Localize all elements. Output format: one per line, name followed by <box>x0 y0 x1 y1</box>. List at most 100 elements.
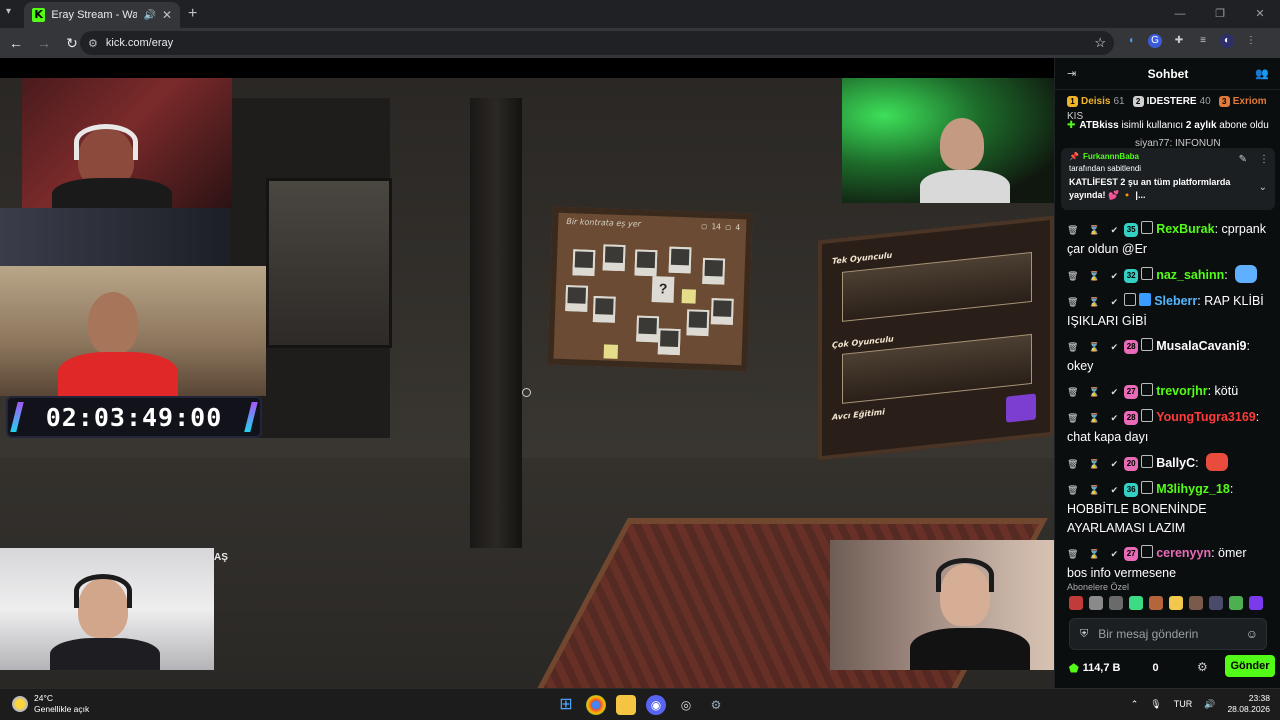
level-badge: 27 <box>1124 547 1139 561</box>
chat-username[interactable]: Sleberr <box>1154 294 1197 308</box>
mod-actions-icon[interactable]: 🗑 ⌛ ✔ <box>1067 549 1122 559</box>
photo-pin <box>686 309 710 337</box>
verified-badge-icon <box>1139 293 1152 306</box>
kick-favicon-icon: K <box>32 8 46 22</box>
leaderboard-item[interactable]: 2 IDESTERE 40 <box>1132 95 1211 107</box>
level-badge: 28 <box>1124 340 1139 354</box>
tab-kick-eray[interactable]: K Eray Stream - Watch Live on Kick 🔊 ✕ <box>24 2 180 28</box>
emote-icon[interactable] <box>1209 596 1223 610</box>
steam-icon[interactable]: ⚙ <box>706 695 726 715</box>
photo-pin <box>634 249 658 277</box>
site-info-icon[interactable]: ⚙ <box>88 37 98 50</box>
evidence-board: Bir kontrata eş yer ▢ 14 ▢ 4 ? <box>547 206 753 372</box>
chat-settings-icon[interactable]: ⚙ <box>1197 660 1208 674</box>
windows-start-icon[interactable]: ⊞ <box>556 695 576 715</box>
emote-icon[interactable] <box>1089 596 1103 610</box>
weather-temp: 24°C <box>34 693 53 703</box>
menu-panel <box>842 251 1032 322</box>
taskbar-apps: ⊞ ◉ ◎ ⚙ <box>556 695 726 715</box>
emote-icon[interactable] <box>1169 596 1183 610</box>
chat-input[interactable]: ⛨ Bir mesaj gönderin ☺ <box>1069 618 1267 650</box>
streamer-body <box>58 352 178 396</box>
close-window-icon[interactable]: ✕ <box>1240 0 1280 28</box>
reading-list-icon[interactable]: ≡ <box>1196 34 1210 48</box>
leaderboard-count: 40 <box>1199 95 1211 107</box>
scene-doorway <box>266 178 392 348</box>
emote-icon[interactable] <box>1109 596 1123 610</box>
extension-icon[interactable]: G <box>1148 34 1162 48</box>
mod-actions-icon[interactable]: 🗑 ⌛ ✔ <box>1067 297 1122 307</box>
chat-header: ⇥ Sohbet 👥 <box>1055 58 1280 90</box>
expand-chevron-icon[interactable]: ⌄ <box>1259 182 1267 193</box>
rank-badge-icon: 2 <box>1132 95 1144 107</box>
emote-icon[interactable] <box>1129 596 1143 610</box>
mod-actions-icon[interactable]: 🗑 ⌛ ✔ <box>1067 413 1122 423</box>
emote-icon[interactable] <box>1249 596 1263 610</box>
chrome-icon[interactable] <box>586 695 606 715</box>
leaderboard-item[interactable]: 3 Exriom <box>1218 95 1267 107</box>
tab-search-icon[interactable]: ▾ <box>6 6 11 17</box>
mod-actions-icon[interactable]: 🗑 ⌛ ✔ <box>1067 459 1122 469</box>
mod-actions-icon[interactable]: 🗑 ⌛ ✔ <box>1067 342 1122 352</box>
weather-widget[interactable]: 24°C Genellikle açık <box>12 693 89 715</box>
audio-wave-extension-icon[interactable]: ◖ <box>1124 34 1138 48</box>
emote-icon[interactable] <box>1149 596 1163 610</box>
volume-icon[interactable]: 🔊 <box>1204 699 1215 710</box>
chat-text: HOBBİTLE BONENİNDE AYARLAMASI LAZIM <box>1067 502 1207 535</box>
forward-button[interactable]: → <box>32 35 56 51</box>
mod-actions-icon[interactable]: 🗑 ⌛ ✔ <box>1067 485 1122 495</box>
discord-icon[interactable]: ◉ <box>646 695 666 715</box>
minimize-icon[interactable]: — <box>1160 0 1200 28</box>
chat-username[interactable]: YoungTugra3169 <box>1156 410 1256 424</box>
puzzle-extensions-icon[interactable]: ✚ <box>1172 34 1186 48</box>
emote-icon[interactable] <box>1229 596 1243 610</box>
chat-username[interactable]: trevorjhr <box>1156 384 1207 398</box>
chat-username[interactable]: RexBurak <box>1156 222 1214 236</box>
tab-audio-icon[interactable]: 🔊 <box>143 10 155 21</box>
chat-username[interactable]: BallyC <box>1156 456 1195 470</box>
emote-icon[interactable] <box>1189 596 1203 610</box>
chat-username[interactable]: M3lihygz_18 <box>1156 482 1230 496</box>
chat-users-icon[interactable]: 👥 <box>1255 67 1269 80</box>
browser-menu-icon[interactable]: ⋮ <box>1244 34 1258 48</box>
mod-actions-icon[interactable]: 🗑 ⌛ ✔ <box>1067 271 1122 281</box>
chat-username[interactable]: cerenyyn <box>1156 546 1211 560</box>
pin-more-icon[interactable]: ⋮ <box>1259 154 1269 165</box>
pinned-message[interactable]: 📌 FurkannnBaba tarafından sabitlendi KAT… <box>1061 148 1275 210</box>
bookmark-star-icon[interactable]: ☆ <box>1094 35 1106 51</box>
leaderboard-item[interactable]: 1 Deisis 61 <box>1067 95 1125 107</box>
leaderboard-name: IDESTERE <box>1146 95 1197 107</box>
tray-overflow-icon[interactable]: ⌃ <box>1131 699 1139 710</box>
photo-pin <box>565 285 589 312</box>
language-indicator[interactable]: TUR <box>1174 699 1193 709</box>
collapse-chat-icon[interactable]: ⇥ <box>1067 67 1076 80</box>
sticky-note <box>603 344 619 359</box>
profile-avatar-icon[interactable]: ◐ <box>1220 34 1234 48</box>
file-explorer-icon[interactable] <box>616 695 636 715</box>
chat-username[interactable]: naz_sahinn <box>1156 268 1224 282</box>
send-button[interactable]: Gönder <box>1225 655 1275 677</box>
tab-close-icon[interactable]: ✕ <box>162 8 172 22</box>
unpin-icon[interactable]: ✎ <box>1239 154 1247 165</box>
chat-message: 🗑 ⌛ ✔ 20 BallyC: <box>1055 453 1280 474</box>
microphone-icon[interactable]: 🎙 <box>1150 699 1161 710</box>
clock[interactable]: 23:38 28.08.2026 <box>1227 693 1270 715</box>
mod-actions-icon[interactable]: 🗑 ⌛ ✔ <box>1067 225 1122 235</box>
timer-decoration <box>10 402 24 432</box>
emote-icon[interactable] <box>1069 596 1083 610</box>
webcam-4 <box>842 78 1054 203</box>
shield-icon[interactable]: ⛨ <box>1080 628 1088 641</box>
new-tab-button[interactable]: + <box>188 5 197 23</box>
maximize-icon[interactable]: ❐ <box>1200 0 1240 28</box>
back-button[interactable]: ← <box>4 35 28 51</box>
obs-icon[interactable]: ◎ <box>676 695 696 715</box>
leaderboard-count: 61 <box>1113 95 1125 107</box>
chat-username[interactable]: MusalaCavani9 <box>1156 339 1246 353</box>
address-bar[interactable]: ⚙ kick.com/eray ☆ <box>80 31 1114 55</box>
emoji-picker-icon[interactable]: ☺ <box>1246 627 1258 641</box>
mod-actions-icon[interactable]: 🗑 ⌛ ✔ <box>1067 387 1122 397</box>
sub-badge-icon <box>1141 409 1154 422</box>
video-player[interactable]: Bir kontrata eş yer ▢ 14 ▢ 4 ? Tek Oyunc… <box>0 58 1054 688</box>
chat-message: 🗑 ⌛ ✔ 27 cerenyyn: ömer bos info vermesene <box>1067 545 1247 580</box>
channel-points[interactable]: ⬟ 114,7 B <box>1069 662 1120 675</box>
